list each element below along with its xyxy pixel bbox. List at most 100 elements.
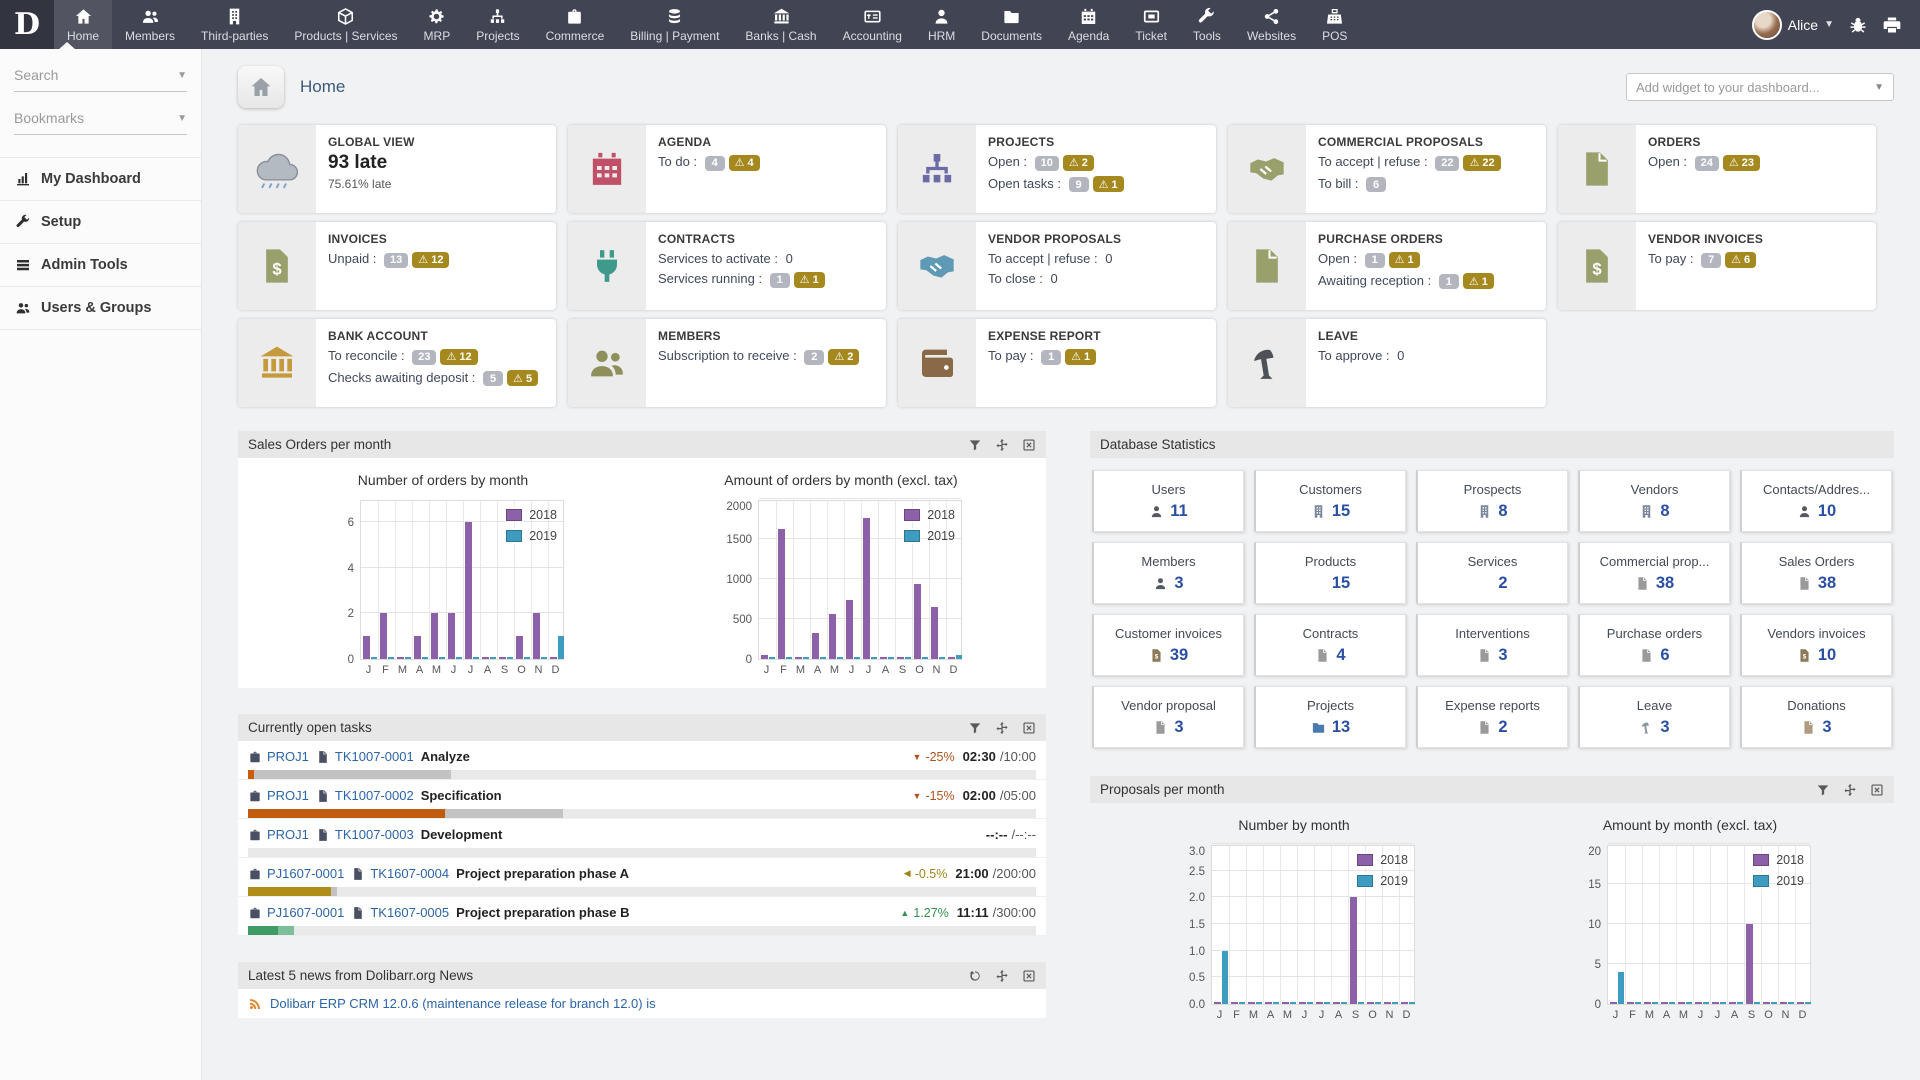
- nav-item-documents[interactable]: Documents: [968, 0, 1055, 49]
- warning-badge[interactable]: ⚠ 12: [440, 348, 478, 365]
- bookmarks-input[interactable]: Bookmarks ▼: [14, 110, 187, 135]
- move-icon[interactable]: [995, 969, 1009, 983]
- count-badge[interactable]: 7: [1701, 252, 1722, 268]
- print-icon[interactable]: [1882, 15, 1902, 35]
- nav-item-hrm[interactable]: HRM: [915, 0, 968, 49]
- warning-badge[interactable]: ⚠ 1: [1065, 348, 1097, 365]
- widget-contracts[interactable]: CONTRACTS Services to activate : 0 Service…: [568, 222, 886, 310]
- stat-box-vendors-invoices[interactable]: Vendors invoices 10: [1740, 614, 1892, 676]
- filter-icon[interactable]: [968, 721, 982, 735]
- nav-item-accounting[interactable]: Accounting: [830, 0, 915, 49]
- stat-box-users[interactable]: Users 11: [1092, 470, 1244, 532]
- stat-box-sales-orders[interactable]: Sales Orders 38: [1740, 542, 1892, 604]
- widget-expense-report[interactable]: EXPENSE REPORT To pay : 1 ⚠ 1: [898, 319, 1216, 407]
- count-badge[interactable]: 1: [1041, 349, 1062, 365]
- nav-item-products-services[interactable]: Products | Services: [281, 0, 410, 49]
- task-row[interactable]: PROJ1 TK1007-0002 Specification ▼ -15% 02:00/…: [238, 780, 1046, 819]
- task-row[interactable]: PROJ1 TK1007-0001 Analyze ▼ -25% 02:30/10:00: [238, 741, 1046, 780]
- stat-box-interventions[interactable]: Interventions 3: [1416, 614, 1568, 676]
- task-ref-link[interactable]: TK1007-0003: [335, 827, 414, 842]
- count-badge[interactable]: 23: [412, 349, 437, 365]
- task-row[interactable]: PJ1607-0001 TK1607-0004 Project preparatio…: [238, 858, 1046, 897]
- widget-global-view[interactable]: GLOBAL VIEW 93 late 75.61% late: [238, 125, 556, 213]
- nav-item-mrp[interactable]: MRP: [411, 0, 464, 49]
- move-icon[interactable]: [995, 721, 1009, 735]
- app-logo[interactable]: D: [0, 0, 54, 49]
- warning-badge[interactable]: ⚠ 23: [1722, 154, 1761, 171]
- warning-badge[interactable]: ⚠ 22: [1463, 154, 1501, 171]
- widget-commercial-proposals[interactable]: COMMERCIAL PROPOSALS To accept | refuse :…: [1228, 125, 1546, 213]
- count-badge[interactable]: 9: [1068, 177, 1089, 192]
- warning-badge[interactable]: ⚠ 2: [828, 348, 860, 365]
- stat-box-customer-invoices[interactable]: Customer invoices 39: [1092, 614, 1244, 676]
- task-ref-link[interactable]: TK1607-0004: [370, 866, 449, 881]
- move-icon[interactable]: [1843, 783, 1857, 797]
- stat-box-members[interactable]: Members 3: [1092, 542, 1244, 604]
- count-badge[interactable]: 6: [1366, 177, 1387, 192]
- stat-box-vendor-proposal[interactable]: Vendor proposal 3: [1092, 686, 1244, 748]
- widget-purchase-orders[interactable]: PURCHASE ORDERS Open : 1 ⚠ 1 Awaiting recep…: [1228, 222, 1546, 310]
- filter-icon[interactable]: [968, 438, 982, 452]
- count-badge[interactable]: 5: [483, 371, 504, 386]
- project-link[interactable]: PJ1607-0001: [267, 905, 344, 920]
- count-badge[interactable]: 2: [804, 349, 825, 365]
- stat-box-prospects[interactable]: Prospects 8: [1416, 470, 1568, 532]
- nav-item-tools[interactable]: Tools: [1180, 0, 1234, 49]
- nav-item-websites[interactable]: Websites: [1234, 0, 1309, 49]
- stat-box-vendors[interactable]: Vendors 8: [1578, 470, 1730, 532]
- warning-badge[interactable]: ⚠ 5: [507, 370, 539, 386]
- sidebar-item-setup[interactable]: Setup: [0, 201, 201, 244]
- count-badge[interactable]: 24: [1694, 155, 1719, 171]
- add-widget-select[interactable]: Add widget to your dashboard... ▼: [1626, 73, 1894, 101]
- widget-invoices[interactable]: INVOICES Unpaid : 13 ⚠ 12: [238, 222, 556, 310]
- bug-icon[interactable]: [1848, 15, 1868, 35]
- count-badge[interactable]: 1: [1364, 252, 1385, 268]
- count-badge[interactable]: 4: [704, 155, 725, 171]
- sidebar-item-my-dashboard[interactable]: My Dashboard: [0, 157, 201, 201]
- nav-item-ticket[interactable]: Ticket: [1122, 0, 1180, 49]
- search-input[interactable]: Search ▼: [14, 67, 187, 92]
- nav-item-members[interactable]: Members: [112, 0, 188, 49]
- project-link[interactable]: PROJ1: [267, 749, 309, 764]
- count-badge[interactable]: 1: [769, 272, 790, 288]
- task-ref-link[interactable]: TK1007-0001: [335, 749, 414, 764]
- nav-item-pos[interactable]: POS: [1309, 0, 1360, 49]
- stat-box-customers[interactable]: Customers 15: [1254, 470, 1406, 532]
- news-item[interactable]: Dolibarr ERP CRM 12.0.6 (maintenance rel…: [238, 989, 1046, 1018]
- warning-badge[interactable]: ⚠ 12: [412, 251, 450, 268]
- project-link[interactable]: PJ1607-0001: [267, 866, 344, 881]
- nav-item-banks-cash[interactable]: Banks | Cash: [732, 0, 829, 49]
- widget-members[interactable]: MEMBERS Subscription to receive : 2 ⚠ 2: [568, 319, 886, 407]
- task-row[interactable]: PROJ1 TK1007-0003 Development --:--/--:--: [238, 819, 1046, 858]
- nav-item-commerce[interactable]: Commerce: [533, 0, 618, 49]
- widget-bank-account[interactable]: BANK ACCOUNT To reconcile : 23 ⚠ 12 Checks …: [238, 319, 556, 407]
- close-icon[interactable]: [1022, 969, 1036, 983]
- task-ref-link[interactable]: TK1007-0002: [335, 788, 414, 803]
- warning-badge[interactable]: ⚠ 1: [793, 271, 825, 288]
- user-menu[interactable]: Alice ▼: [1751, 9, 1834, 40]
- sidebar-item-admin-tools[interactable]: Admin Tools: [0, 244, 201, 287]
- close-icon[interactable]: [1022, 438, 1036, 452]
- stat-box-commercial-prop-[interactable]: Commercial prop... 38: [1578, 542, 1730, 604]
- project-link[interactable]: PROJ1: [267, 788, 309, 803]
- warning-badge[interactable]: ⚠ 4: [728, 154, 760, 171]
- stat-box-donations[interactable]: Donations 3: [1740, 686, 1892, 748]
- widget-agenda[interactable]: AGENDA To do : 4 ⚠ 4: [568, 125, 886, 213]
- widget-projects[interactable]: PROJECTS Open : 10 ⚠ 2 Open tasks : 9 ⚠ 1: [898, 125, 1216, 213]
- nav-item-third-parties[interactable]: Third-parties: [188, 0, 281, 49]
- stat-box-contracts[interactable]: Contracts 4: [1254, 614, 1406, 676]
- count-badge[interactable]: 22: [1435, 155, 1460, 171]
- nav-item-projects[interactable]: Projects: [463, 0, 532, 49]
- stat-box-expense-reports[interactable]: Expense reports 2: [1416, 686, 1568, 748]
- project-link[interactable]: PROJ1: [267, 827, 309, 842]
- widget-vendor-invoices[interactable]: VENDOR INVOICES To pay : 7 ⚠ 6: [1558, 222, 1876, 310]
- sidebar-item-users-groups[interactable]: Users & Groups: [0, 287, 201, 330]
- filter-icon[interactable]: [1816, 783, 1830, 797]
- move-icon[interactable]: [995, 438, 1009, 452]
- warning-badge[interactable]: ⚠ 6: [1725, 251, 1757, 268]
- nav-item-agenda[interactable]: Agenda: [1055, 0, 1122, 49]
- count-badge[interactable]: 1: [1438, 274, 1459, 289]
- stat-box-leave[interactable]: Leave 3: [1578, 686, 1730, 748]
- widget-leave[interactable]: LEAVE To approve : 0: [1228, 319, 1546, 407]
- task-row[interactable]: PJ1607-0001 TK1607-0005 Project preparatio…: [238, 897, 1046, 936]
